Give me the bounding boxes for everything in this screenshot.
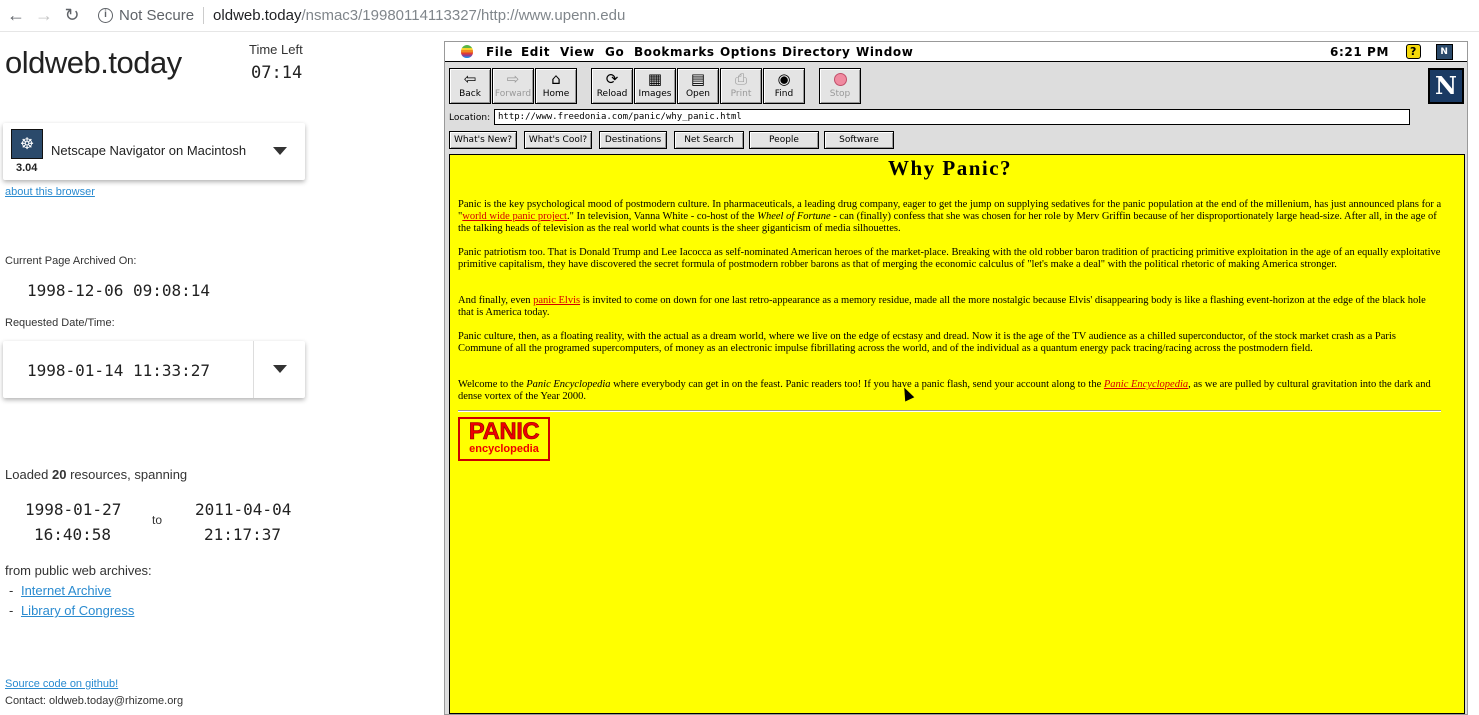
location-field[interactable]: http://www.freedonia.com/panic/why_panic… [494, 109, 1410, 125]
not-secure-label: Not Secure [119, 7, 205, 24]
requested-label: Requested Date/Time: [5, 317, 115, 329]
brand-title: oldweb.today [5, 45, 182, 80]
menu-view[interactable]: View [560, 45, 595, 59]
emulator-screen[interactable]: File Edit View Go Bookmarks Options Dire… [444, 41, 1468, 715]
url-path: /nsmac3/19980114113327/http://www.upenn.… [301, 7, 626, 24]
forward-arrow-icon[interactable]: → [32, 4, 56, 28]
find-button[interactable]: ◉ Find [763, 68, 805, 104]
paragraph: And finally, even panic Elvis is invited… [458, 295, 1426, 318]
location-label: Location: [449, 113, 491, 123]
menu-directory[interactable]: Directory [782, 45, 850, 59]
range-to-label: to [152, 513, 163, 527]
reload-button[interactable]: ⟳ Reload [591, 68, 633, 104]
forward-arrow-icon: ⇨ [506, 70, 520, 88]
stop-icon [820, 69, 860, 89]
horizontal-rule [458, 410, 1441, 412]
divider [253, 341, 254, 398]
reload-icon[interactable]: ↻ [60, 4, 84, 28]
archive-item: - Library of Congress [9, 603, 135, 618]
net-search-button[interactable]: Net Search [674, 131, 744, 149]
loaded-count: 20 [52, 467, 67, 482]
images-icon: ▦ [647, 70, 663, 88]
open-button[interactable]: ▤ Open [677, 68, 719, 104]
internet-archive-link[interactable]: Internet Archive [21, 583, 111, 598]
source-code-link[interactable]: Source code on github! [5, 678, 118, 690]
archives-label: from public web archives: [5, 563, 152, 578]
back-arrow-icon: ⇦ [463, 70, 477, 88]
range-end-time: 21:17:37 [204, 525, 282, 544]
requested-date-select[interactable]: 1998-01-14 11:33:27 [3, 341, 305, 398]
destinations-button[interactable]: Destinations [599, 131, 667, 149]
forward-button[interactable]: ⇨ Forward [492, 68, 534, 104]
chevron-down-icon[interactable] [273, 365, 287, 373]
menu-options[interactable]: Options [720, 45, 777, 59]
range-start-date: 1998-01-27 [25, 500, 122, 519]
netscape-logo-icon[interactable]: N [1428, 68, 1464, 104]
range-end-date: 2011-04-04 [195, 500, 292, 519]
panic-encyclopedia-logo[interactable]: PANIC encyclopedia [458, 417, 550, 461]
panic-encyclopedia-link[interactable]: Panic Encyclopedia [1104, 379, 1188, 390]
paragraph: Welcome to the Panic Encyclopedia where … [458, 379, 1431, 402]
chevron-down-icon[interactable] [273, 147, 287, 155]
browser-toolbar: ← → ↻ i Not Secure oldweb.today/nsmac3/1… [0, 0, 1479, 32]
netscape-app-icon[interactable]: N [1436, 44, 1453, 60]
netscape-icon: ☸ [11, 129, 43, 159]
paragraph: Panic culture, then, as a floating reali… [458, 331, 1396, 354]
about-browser-link[interactable]: about this browser [5, 186, 95, 198]
time-left-label: Time Left [249, 42, 303, 57]
archived-label: Current Page Archived On: [5, 255, 137, 267]
page-title: Why Panic? [887, 156, 1013, 180]
images-button[interactable]: ▦ Images [634, 68, 676, 104]
open-icon: ▤ [690, 70, 706, 88]
menu-file[interactable]: File [486, 45, 513, 59]
menu-go[interactable]: Go [605, 45, 624, 59]
print-icon: ⎙ [734, 70, 747, 88]
apple-logo-icon[interactable] [461, 45, 473, 58]
mac-menubar: File Edit View Go Bookmarks Options Dire… [445, 42, 1467, 62]
contact-text: Contact: oldweb.today@rhizome.org [5, 695, 184, 707]
archived-date: 1998-12-06 09:08:14 [27, 281, 211, 300]
world-wide-panic-link[interactable]: world wide panic project [462, 211, 567, 222]
reload-icon: ⟳ [605, 70, 619, 88]
menu-edit[interactable]: Edit [521, 45, 550, 59]
back-arrow-icon[interactable]: ← [4, 4, 28, 28]
panic-elvis-link[interactable]: panic Elvis [533, 295, 580, 306]
help-icon[interactable]: ? [1406, 44, 1421, 59]
browser-select[interactable]: ☸ 3.04 Netscape Navigator on Macintosh [3, 123, 305, 180]
browser-version: 3.04 [16, 162, 38, 174]
oldweb-sidebar: oldweb.today Time Left 07:14 ☸ 3.04 Nets… [0, 33, 440, 715]
url-host: oldweb.today [213, 7, 302, 24]
info-icon[interactable]: i [98, 8, 113, 23]
page-content[interactable]: Why Panic? Panic is the key psychologica… [449, 154, 1465, 714]
menu-window[interactable]: Window [856, 45, 913, 59]
whats-cool-button[interactable]: What's Cool? [524, 131, 592, 149]
whats-new-button[interactable]: What's New? [449, 131, 517, 149]
binoculars-icon: ◉ [777, 70, 791, 88]
browser-name: Netscape Navigator on Macintosh [51, 143, 247, 158]
range-start-time: 16:40:58 [34, 525, 112, 544]
people-button[interactable]: People [749, 131, 819, 149]
paragraph: Panic patriotism too. That is Donald Tru… [458, 247, 1441, 270]
library-of-congress-link[interactable]: Library of Congress [21, 603, 134, 618]
time-left-value: 07:14 [251, 63, 303, 83]
archive-item: - Internet Archive [9, 583, 112, 598]
home-icon: ⌂ [551, 70, 561, 88]
paragraph: Panic is the key psychological mood of p… [458, 199, 1442, 234]
print-button[interactable]: ⎙ Print [720, 68, 762, 104]
loaded-summary: Loaded 20 resources, spanning [5, 467, 188, 482]
menu-bookmarks[interactable]: Bookmarks [634, 45, 715, 59]
back-button[interactable]: ⇦ Back [449, 68, 491, 104]
stop-button[interactable]: Stop [819, 68, 861, 104]
software-button[interactable]: Software [824, 131, 894, 149]
home-button[interactable]: ⌂ Home [535, 68, 577, 104]
menubar-clock: 6:21 PM [1330, 45, 1389, 59]
address-bar[interactable]: i Not Secure oldweb.today/nsmac3/1998011… [98, 3, 625, 29]
requested-date: 1998-01-14 11:33:27 [27, 361, 211, 380]
